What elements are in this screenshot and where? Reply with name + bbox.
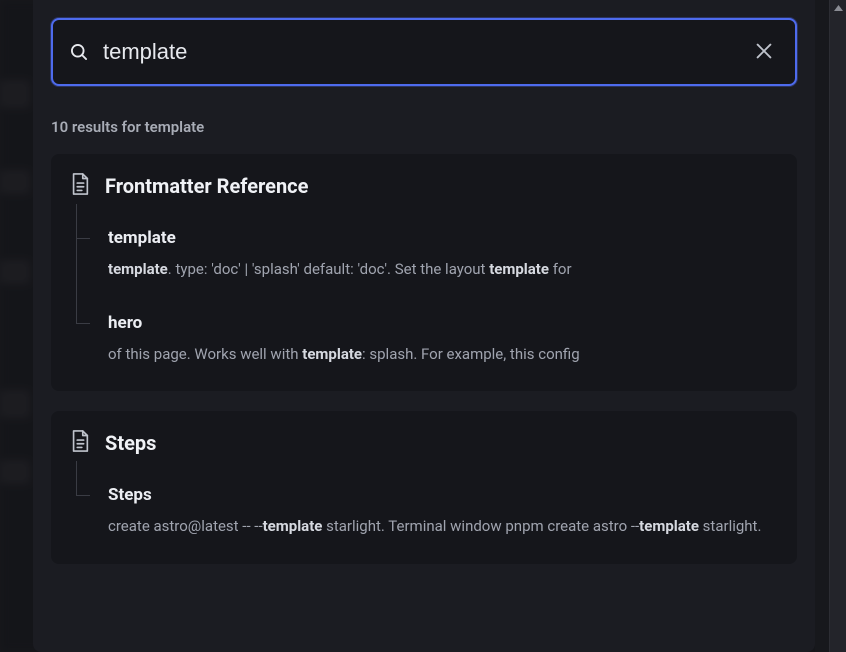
result-item-title: hero bbox=[108, 313, 779, 333]
document-icon bbox=[69, 172, 91, 200]
result-group: Frontmatter Reference template template.… bbox=[51, 154, 797, 391]
scrollbar-up-arrow[interactable] bbox=[830, 0, 846, 16]
search-icon bbox=[69, 42, 89, 62]
result-item[interactable]: hero of this page. Works well with templ… bbox=[76, 299, 779, 384]
result-item-title: Steps bbox=[108, 485, 779, 505]
result-item[interactable]: Steps create astro@latest -- --template … bbox=[76, 471, 779, 556]
sub-results: template template. type: 'doc' | 'splash… bbox=[76, 214, 779, 383]
result-item-snippet: create astro@latest -- --template starli… bbox=[108, 515, 779, 538]
search-modal: 10 results for template Frontmatter Refe… bbox=[33, 0, 815, 652]
result-group: Steps Steps create astro@latest -- --tem… bbox=[51, 411, 797, 564]
results-count: 10 results for template bbox=[51, 118, 797, 136]
result-item-snippet: template. type: 'doc' | 'splash' default… bbox=[108, 258, 779, 281]
sub-results: Steps create astro@latest -- --template … bbox=[76, 471, 779, 556]
result-item-snippet: of this page. Works well with template: … bbox=[108, 343, 779, 366]
document-icon bbox=[69, 429, 91, 457]
result-group-header[interactable]: Frontmatter Reference bbox=[69, 172, 779, 200]
close-icon bbox=[753, 40, 775, 65]
scrollbar-track[interactable] bbox=[829, 0, 846, 652]
result-group-title: Steps bbox=[105, 431, 156, 455]
search-input[interactable] bbox=[103, 39, 735, 65]
content-edge bbox=[815, 0, 829, 652]
result-group-title: Frontmatter Reference bbox=[105, 174, 308, 198]
result-group-header[interactable]: Steps bbox=[69, 429, 779, 457]
search-bar bbox=[51, 18, 797, 86]
result-item[interactable]: template template. type: 'doc' | 'splash… bbox=[76, 214, 779, 299]
result-item-title: template bbox=[108, 228, 779, 248]
clear-search-button[interactable] bbox=[749, 36, 779, 69]
tree-line bbox=[76, 461, 77, 471]
